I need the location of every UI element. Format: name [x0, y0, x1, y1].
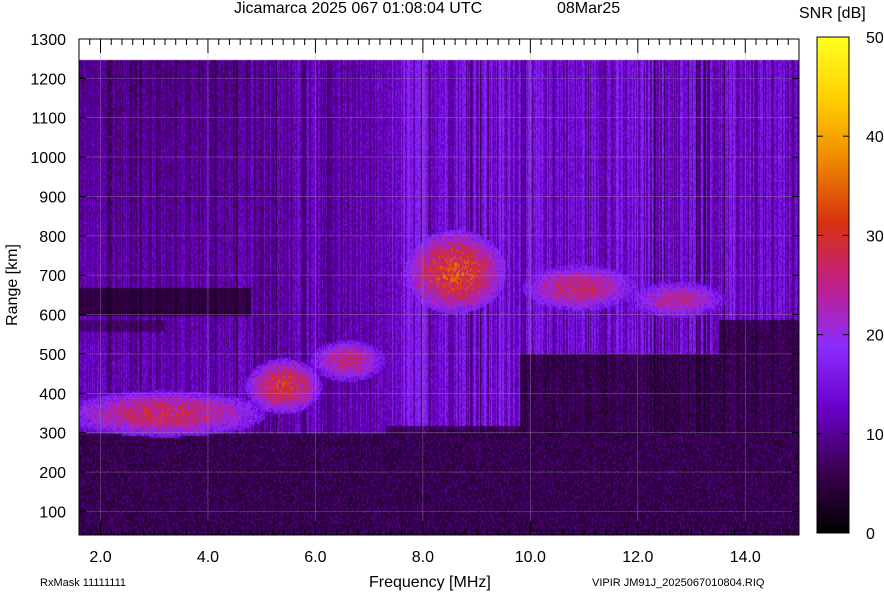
y-tick-label: 500 [39, 347, 66, 364]
colorbar-tick-label: 50 [866, 30, 884, 47]
y-tick-label: 900 [39, 189, 66, 206]
y-tick-label: 1200 [30, 71, 66, 88]
x-tick-label: 12.0 [622, 549, 653, 566]
rxmask-label: RxMask 11111111 [40, 577, 127, 589]
chart-title: Jicamarca 2025 067 01:08:04 UTC [234, 0, 483, 17]
y-tick-label: 1300 [30, 32, 66, 49]
y-tick-label: 800 [39, 229, 66, 246]
chart-date: 08Mar25 [557, 0, 621, 17]
y-tick-label: 400 [39, 386, 66, 403]
colorbar-tick-label: 40 [866, 129, 884, 146]
y-tick-label: 300 [39, 426, 66, 443]
x-tick-label: 2.0 [89, 549, 111, 566]
y-tick-label: 100 [39, 504, 66, 521]
y-tick-label: 700 [39, 268, 66, 285]
colorbar: 0 10 20 30 40 50 [816, 30, 884, 543]
colorbar-label: SNR [dB] [799, 5, 866, 22]
x-tick-label: 10.0 [515, 549, 546, 566]
x-tick-label: 6.0 [304, 549, 326, 566]
file-name-label: VIPIR JM91J_2025067010804.RIQ [592, 577, 765, 589]
colorbar-tick-label: 10 [866, 427, 884, 444]
x-tick-label: 8.0 [412, 549, 434, 566]
y-tick-label: 1100 [32, 111, 67, 128]
colorbar-tick-label: 0 [866, 526, 875, 543]
x-tick-label: 14.0 [730, 549, 761, 566]
colorbar-tick-label: 30 [866, 228, 884, 245]
y-axis-label: Range [km] [3, 244, 21, 326]
heatmap-area [79, 39, 799, 535]
y-tick-label: 600 [39, 308, 66, 325]
colorbar-tick-label: 20 [866, 328, 884, 345]
x-tick-label: 4.0 [197, 549, 219, 566]
x-axis-label: Frequency [MHz] [369, 574, 491, 591]
y-tick-label: 200 [39, 465, 66, 482]
colorbar-gradient [816, 36, 850, 534]
heatmap-image [79, 39, 799, 535]
y-tick-label: 1000 [30, 150, 66, 167]
ionogram-chart: 2.0 4.0 6.0 8.0 10.0 12.0 14.01002003004005006… [30, 30, 884, 566]
